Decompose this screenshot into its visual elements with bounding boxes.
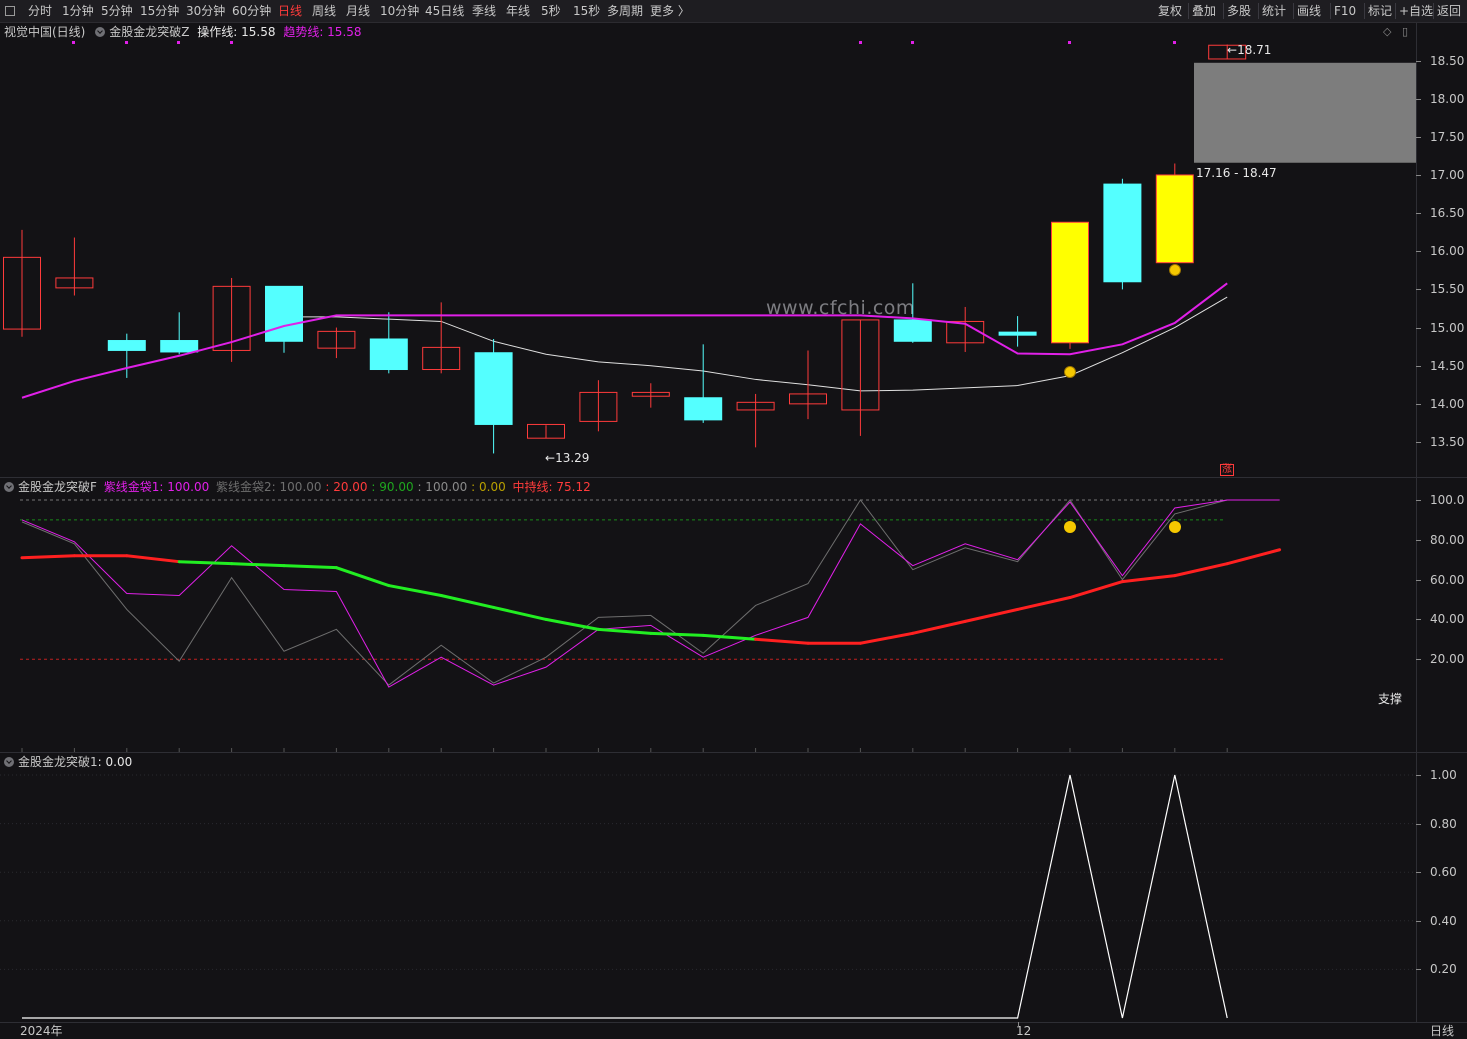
chart-canvas[interactable] [0,0,1467,1039]
hold-line-segment [596,627,653,635]
hold-line-segment [282,564,338,570]
hold-line-segment [177,560,234,566]
signal-dot [230,41,233,44]
candle-body [1155,174,1194,264]
hold-line-segment [492,605,548,621]
candle-body [369,338,408,371]
hold-line-segment [754,637,810,645]
zhang-icon[interactable]: 涨 [1220,464,1234,476]
signal-dot [1173,41,1176,44]
candle-body [1103,183,1142,283]
candle-body [684,397,723,421]
hold-line-segment [387,584,443,598]
hold-line-segment [858,631,915,645]
high-value: 18.71 [1237,43,1272,57]
hold-line-segment [1173,562,1229,578]
candle-body [160,340,199,353]
hold-line-segment [1016,596,1072,611]
signal-dot [859,41,862,44]
candle-body [474,352,513,425]
signal-dot [125,41,128,44]
candle-body [998,331,1037,336]
hold-line-segment [1068,580,1124,600]
hold-line-segment [20,554,76,560]
candle-body [1051,221,1089,344]
low-value: 13.29 [555,451,590,465]
support-label: 支撑 [1378,692,1403,706]
hold-line-segment [125,554,181,564]
hold-line-segment [334,566,391,588]
smiley-icon [1169,521,1181,533]
hold-line-segment [439,594,496,609]
signal-dot [1068,41,1071,44]
smiley-icon [1064,521,1076,533]
candle-body [265,285,303,342]
money-bag-icon [1169,264,1181,276]
hold-line-segment [1120,574,1177,584]
signal-dot [72,41,75,44]
hold-line-segment [649,631,705,637]
hold-line-segment [544,617,600,631]
target-range-box [1194,62,1416,163]
hold-line-segment [230,562,286,568]
money-bag-icon [1064,366,1076,378]
signal-dot [911,41,914,44]
candle-body [107,340,146,351]
sub2-signal-line [22,774,1228,1019]
candle-body [893,319,932,342]
hold-line-segment [701,633,758,641]
hold-line-segment [963,607,1020,623]
range-label: 17.16 - 18.47 [1196,166,1277,180]
high-marker: ←18.71 [1227,43,1272,57]
hold-line-segment [911,619,967,635]
low-marker: ←13.29 [545,451,590,465]
hold-line-segment [1225,548,1282,566]
signal-dot [177,41,180,44]
